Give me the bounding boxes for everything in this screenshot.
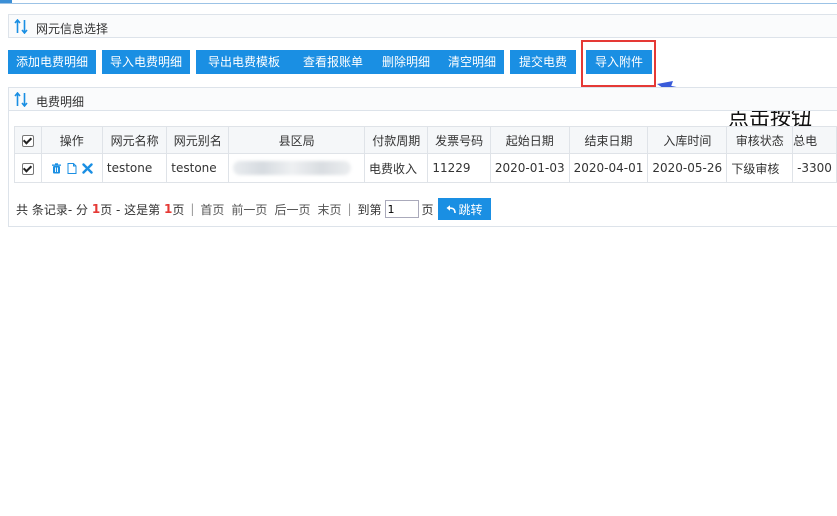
select-all-checkbox[interactable] — [21, 134, 34, 147]
export-electricity-template-button[interactable]: 导出电费模板 — [196, 50, 292, 74]
top-tab-strip — [0, 0, 837, 4]
column-header-start-date: 起始日期 — [489, 126, 570, 154]
panel-title: 电费明细 — [36, 95, 85, 109]
delete-detail-button[interactable]: 删除明细 — [372, 50, 440, 74]
row-stock-time: 2020-05-26 — [647, 153, 728, 183]
table-header-row: 操作 网元名称 网元别名 县区局 付款周期 发票号码 起始日期 结束日期 入库时… — [14, 126, 837, 154]
tab-rule — [0, 3, 837, 4]
close-icon[interactable] — [82, 162, 93, 174]
column-header-alias: 网元别名 — [166, 126, 230, 154]
row-status: 下级审核 — [726, 153, 794, 183]
sort-toggle-icon[interactable] — [14, 19, 28, 34]
trash-icon[interactable] — [51, 162, 62, 174]
row-operations — [40, 153, 103, 183]
row-end-date: 2020-04-01 — [568, 153, 649, 183]
pager-divider: | — [347, 202, 352, 216]
row-name: testone — [101, 153, 168, 183]
pager-goto-input[interactable] — [384, 200, 419, 218]
row-alias: testone — [166, 153, 230, 183]
column-header-county: 县区局 — [228, 126, 366, 154]
pager-goto-prefix: 到第 — [357, 202, 382, 217]
row-payment-cycle: 电费收入 — [364, 153, 429, 183]
highlight-box — [581, 40, 656, 87]
column-header-name: 网元名称 — [101, 126, 168, 154]
electricity-detail-table: 操作 网元名称 网元别名 县区局 付款周期 发票号码 起始日期 结束日期 入库时… — [14, 126, 837, 183]
pager-goto-suffix: 页 — [421, 202, 434, 217]
row-total: -3300 — [792, 153, 837, 183]
network-element-panel-header[interactable]: 网元信息选择 — [8, 14, 837, 38]
panel-title: 网元信息选择 — [36, 22, 109, 36]
row-select-cell[interactable] — [14, 153, 42, 183]
column-header-status: 审核状态 — [726, 126, 794, 154]
clear-detail-button[interactable]: 清空明细 — [440, 50, 504, 74]
return-arrow-icon — [446, 204, 456, 213]
import-electricity-detail-button[interactable]: 导入电费明细 — [102, 50, 190, 74]
pager-last-link[interactable]: 末页 — [317, 201, 341, 218]
column-header-payment-cycle: 付款周期 — [364, 126, 429, 154]
pager-page-count: 1 — [91, 202, 101, 216]
pager-prev-link[interactable]: 前一页 — [231, 201, 267, 218]
submit-electricity-button[interactable]: 提交电费 — [510, 50, 576, 74]
sort-toggle-icon[interactable] — [14, 92, 28, 107]
detail-panel-header[interactable]: 电费明细 — [8, 87, 837, 111]
column-header-operation: 操作 — [40, 126, 103, 154]
pager-total-prefix: 共 — [16, 202, 29, 217]
pagination: 共 条记录- 分 1 页 - 这是第 1 页 | 首页 前一页 后一页 末页 |… — [16, 198, 491, 220]
row-checkbox[interactable] — [21, 162, 34, 175]
column-header-end-date: 结束日期 — [568, 126, 649, 154]
pager-divider: | — [190, 202, 195, 216]
pager-jump-button[interactable]: 跳转 — [437, 198, 491, 220]
document-icon[interactable] — [67, 162, 77, 174]
pager-jump-label: 跳转 — [458, 202, 483, 217]
row-invoice: 11229 — [427, 153, 491, 183]
pager-total-suffix: 条记录- 分 — [31, 202, 88, 217]
column-header-total: 总电 — [792, 126, 837, 154]
select-all-header[interactable] — [14, 126, 42, 154]
pager-pages-suffix: 页 - 这是第 — [100, 202, 161, 217]
column-header-invoice: 发票号码 — [427, 126, 491, 154]
row-county — [228, 153, 366, 183]
pager-current-suffix: 页 — [172, 202, 185, 217]
pager-first-link[interactable]: 首页 — [200, 201, 224, 218]
view-bill-button[interactable]: 查看报账单 — [292, 50, 374, 74]
row-start-date: 2020-01-03 — [489, 153, 570, 183]
redacted-county — [233, 161, 352, 176]
pager-current-page: 1 — [163, 202, 173, 216]
column-header-stock-time: 入库时间 — [647, 126, 728, 154]
pager-next-link[interactable]: 后一页 — [274, 201, 310, 218]
add-electricity-detail-button[interactable]: 添加电费明细 — [8, 50, 96, 74]
table-row[interactable]: testone testone 电费收入 11229 2020-01-03 20… — [14, 153, 837, 183]
